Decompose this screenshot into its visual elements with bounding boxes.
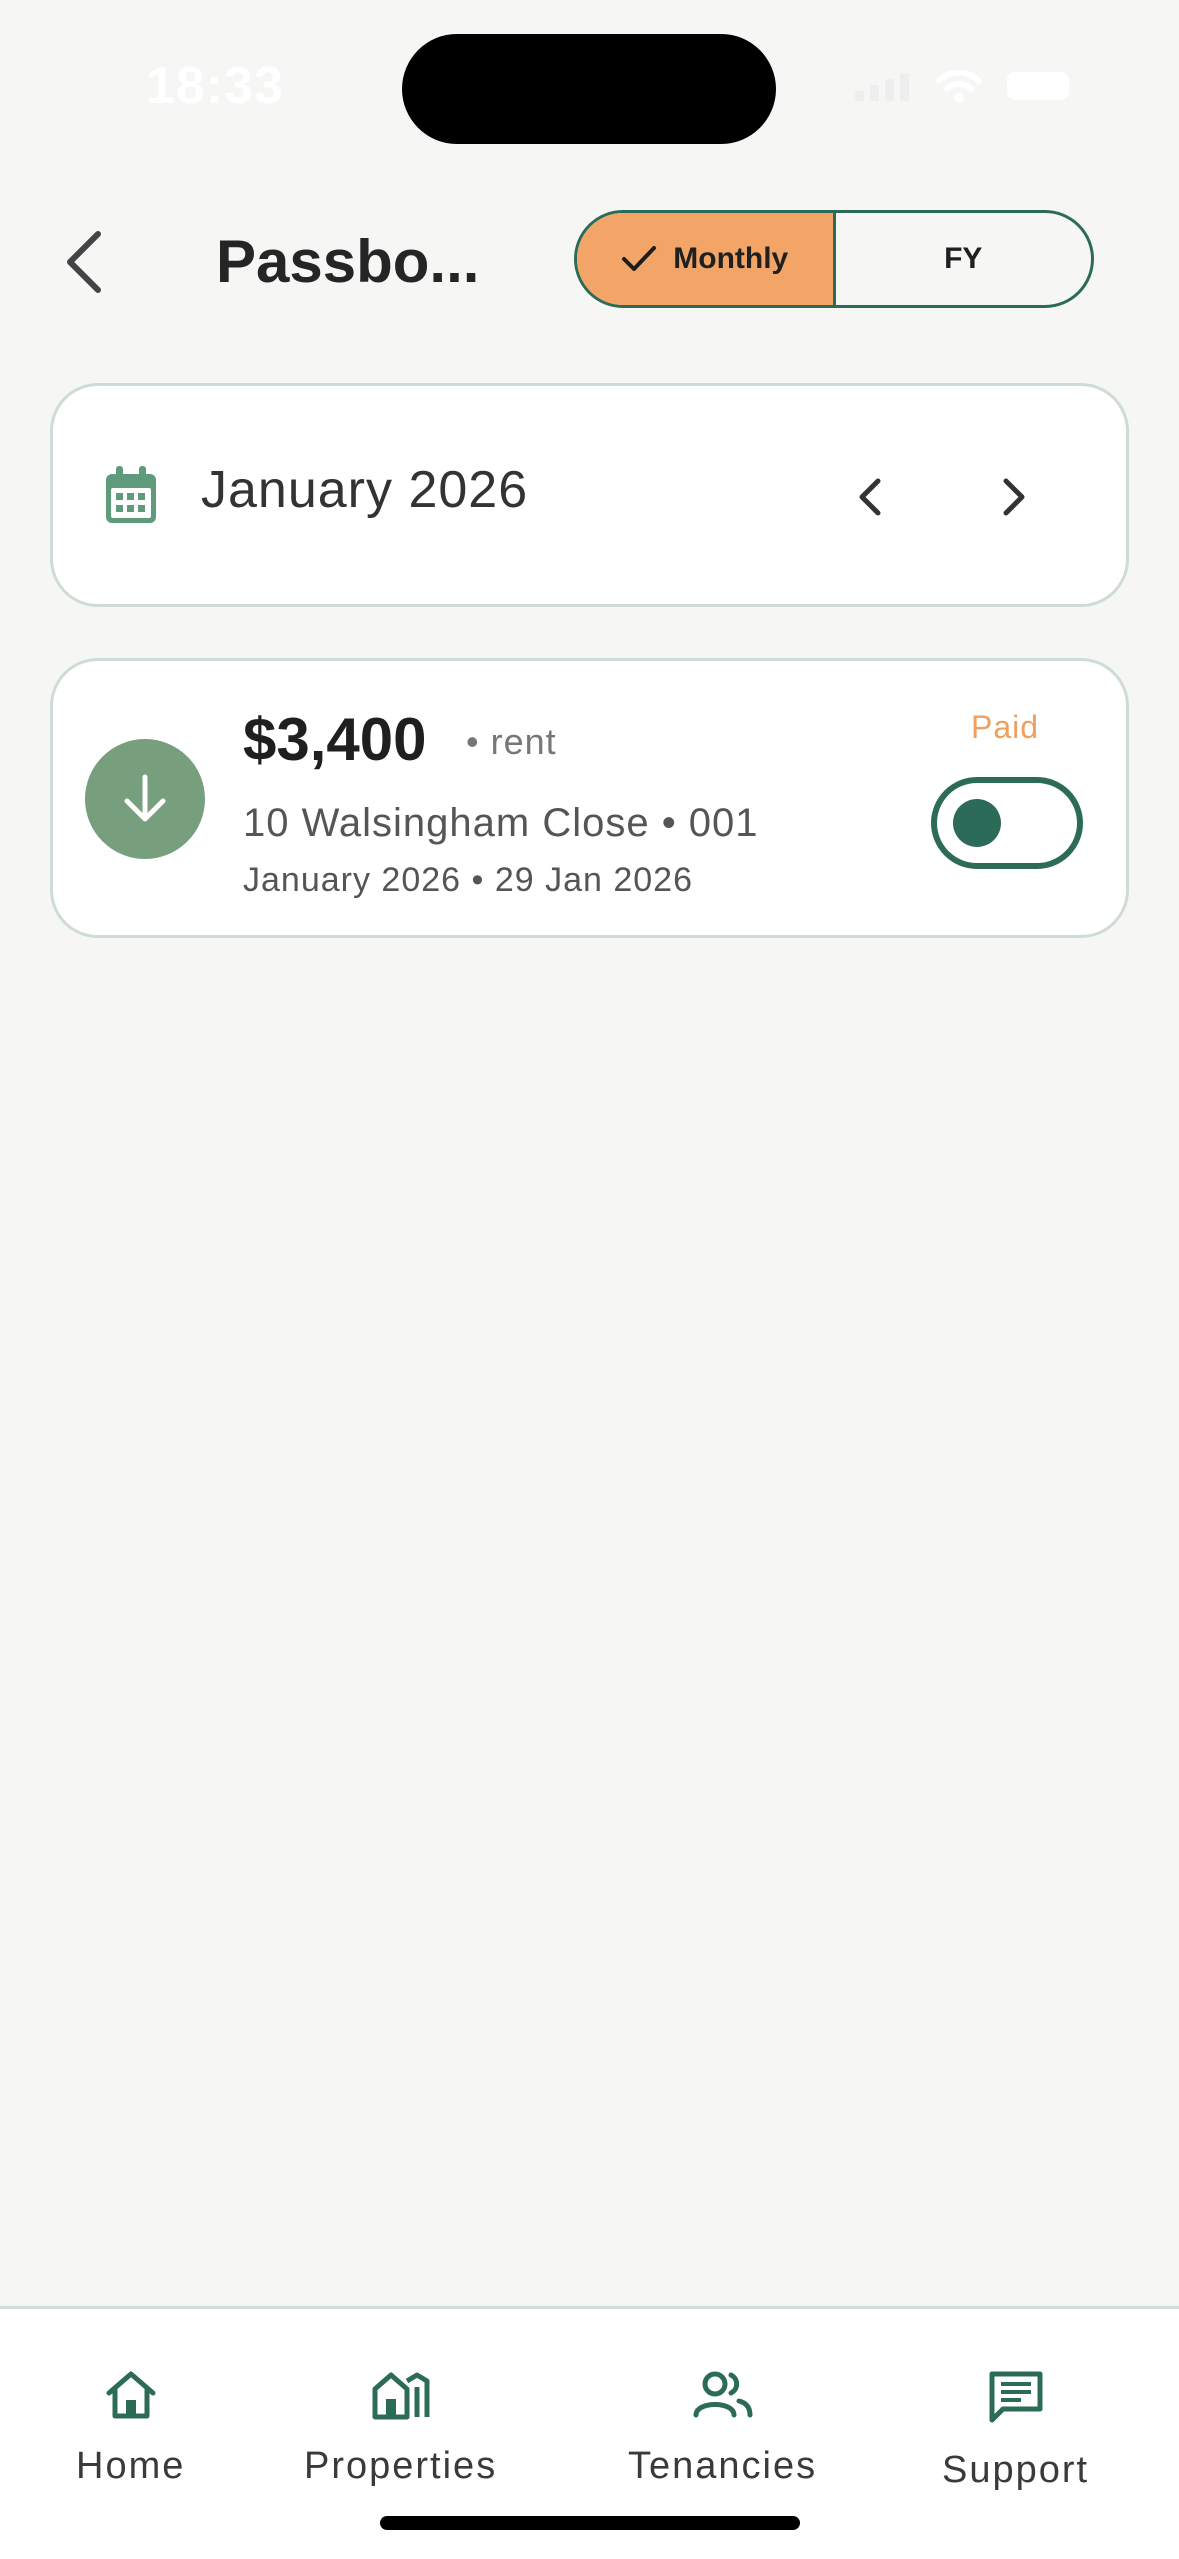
signal-icon	[855, 73, 909, 101]
home-indicator	[380, 2516, 800, 2530]
payment-type: • rent	[466, 721, 557, 762]
wifi-icon	[936, 69, 982, 103]
dynamic-island	[402, 34, 776, 144]
calendar-icon	[106, 466, 156, 523]
chevron-left-icon	[67, 231, 101, 293]
tab-properties-label: Properties	[304, 2445, 498, 2487]
chevron-left-icon	[859, 478, 881, 516]
fy-segment[interactable]: FY	[836, 213, 1092, 305]
previous-month-button[interactable]	[835, 462, 905, 532]
chat-icon	[989, 2371, 1043, 2423]
tab-tenancies-label: Tenancies	[628, 2445, 818, 2487]
toggle-knob	[953, 799, 1001, 847]
monthly-segment-label: Monthly	[673, 242, 789, 275]
back-button[interactable]	[56, 222, 112, 302]
status-icons	[855, 68, 1069, 104]
paid-toggle[interactable]	[931, 777, 1083, 869]
tab-home[interactable]: Home	[76, 2369, 185, 2488]
next-month-button[interactable]	[979, 462, 1049, 532]
tab-support[interactable]: Support	[942, 2369, 1089, 2492]
battery-icon	[1007, 72, 1069, 100]
incoming-payment-badge	[85, 739, 205, 859]
monthly-segment[interactable]: Monthly	[577, 213, 836, 305]
paid-status-label: Paid	[971, 709, 1040, 745]
period-toggle: Monthly FY	[574, 210, 1094, 308]
tab-support-label: Support	[942, 2449, 1090, 2491]
checkmark-icon	[622, 246, 657, 271]
home-icon	[106, 2371, 156, 2419]
chevron-right-icon	[1003, 478, 1025, 516]
tab-home-label: Home	[76, 2445, 186, 2487]
arrow-down-icon	[124, 774, 166, 822]
payment-address: 10 Walsingham Close • 001	[243, 801, 759, 845]
payment-period: January 2026 • 29 Jan 2026	[243, 861, 694, 899]
properties-icon	[372, 2372, 430, 2420]
people-icon	[693, 2371, 753, 2418]
tab-properties[interactable]: Properties	[304, 2369, 497, 2488]
payment-card[interactable]: $3,400 • rent 10 Walsingham Close • 001 …	[50, 658, 1129, 938]
page-title: Passbo...	[216, 228, 480, 295]
status-time: 18:33	[146, 57, 284, 115]
month-label: January 2026	[201, 461, 529, 519]
month-picker-card: January 2026	[50, 383, 1129, 607]
fy-segment-label: FY	[944, 242, 983, 275]
tab-tenancies[interactable]: Tenancies	[628, 2369, 817, 2488]
payment-amount: $3,400	[243, 706, 427, 773]
